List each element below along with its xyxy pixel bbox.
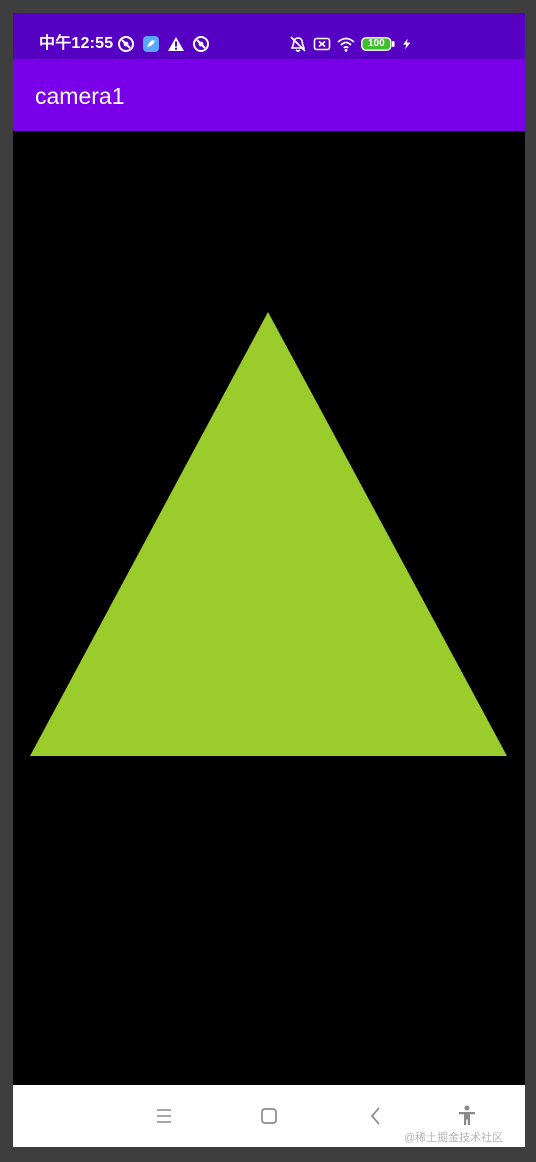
- accessibility-icon[interactable]: [452, 1101, 482, 1131]
- home-square-icon[interactable]: [254, 1101, 284, 1131]
- status-right-icons: 100: [289, 34, 413, 54]
- wifi-icon: [337, 37, 355, 52]
- watermark: @稀土掘金技术社区: [404, 1132, 504, 1144]
- charging-bolt-icon: [403, 38, 411, 50]
- status-time: 中午12:55: [39, 35, 114, 52]
- gl-surface-view[interactable]: [13, 131, 525, 1085]
- vpn-lock-icon: [118, 36, 134, 52]
- vpn-lock-icon: [193, 36, 209, 52]
- menu-icon[interactable]: [149, 1101, 179, 1131]
- green-triangle: [30, 312, 507, 756]
- warning-icon: [168, 37, 184, 51]
- battery-icon: 100: [361, 37, 395, 51]
- status-bar: 中午12:55 100: [13, 13, 525, 59]
- app-notification-icon: [143, 36, 159, 52]
- no-sim-icon: [313, 37, 331, 51]
- alarm-off-icon: [290, 36, 306, 52]
- back-chevron-icon[interactable]: [361, 1101, 391, 1131]
- phone-screen: 中午12:55 100 camera1: [13, 13, 525, 1147]
- app-bar: camera1: [13, 59, 525, 131]
- status-left-icons: [117, 34, 210, 54]
- app-title: camera1: [35, 83, 125, 109]
- device-frame: 中午12:55 100 camera1 @稀土掘金技术社区: [0, 0, 536, 1162]
- battery-level: 100: [368, 38, 385, 49]
- render-canvas: [30, 312, 507, 756]
